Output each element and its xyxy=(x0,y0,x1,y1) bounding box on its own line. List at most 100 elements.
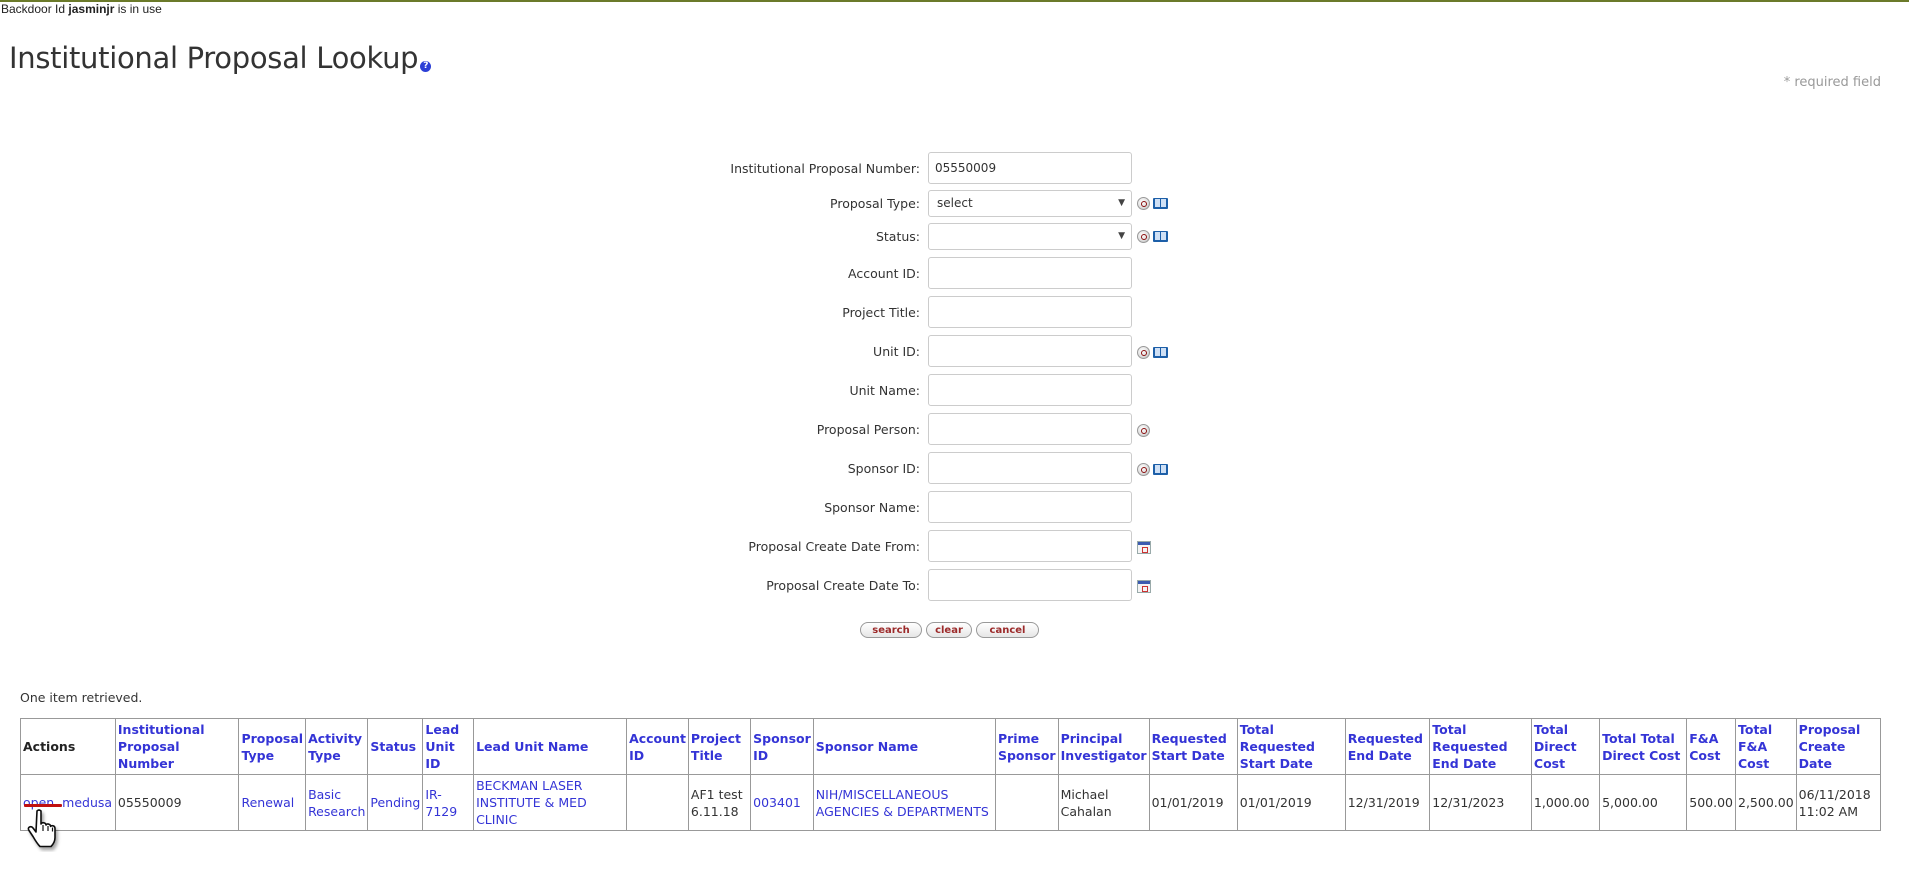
cell-total-total-direct-cost: 5,000.00 xyxy=(1599,774,1688,831)
form-row-account-id: Account ID: xyxy=(0,257,1909,291)
form-row-sponsor-name: Sponsor Name: xyxy=(0,491,1909,525)
create-date-from-input[interactable] xyxy=(928,530,1132,562)
unit-id-input[interactable] xyxy=(928,335,1132,367)
cell-lead-unit-name: BECKMAN LASER INSTITUTE & MED CLINIC xyxy=(473,774,628,831)
book-icon[interactable] xyxy=(1153,346,1168,358)
col-requested-end-date[interactable]: Requested End Date xyxy=(1344,718,1431,775)
book-icon[interactable] xyxy=(1153,231,1168,242)
col-lead-unit-id[interactable]: Lead Unit ID xyxy=(422,718,475,775)
top-border xyxy=(0,0,1909,2)
create-date-to-label: Proposal Create Date To: xyxy=(766,578,920,593)
sponsor-name-link[interactable]: NIH/MISCELLANEOUS AGENCIES & DEPARTMENTS xyxy=(816,787,989,819)
col-actions: Actions xyxy=(20,718,116,775)
col-prime-sponsor[interactable]: Prime Sponsor xyxy=(994,718,1059,775)
cell-account-id xyxy=(626,774,689,831)
account-id-label: Account ID: xyxy=(848,266,920,281)
account-id-input[interactable] xyxy=(928,257,1132,289)
cell-prime-sponsor xyxy=(994,774,1059,831)
book-icon[interactable] xyxy=(1153,198,1168,209)
lookup-icon[interactable] xyxy=(1137,345,1150,359)
lookup-icon[interactable] xyxy=(1137,462,1150,476)
col-total-fa-cost[interactable]: Total F&A Cost xyxy=(1735,718,1797,775)
cell-fa-cost: 500.00 xyxy=(1686,774,1736,831)
col-total-requested-end-date[interactable]: Total Requested End Date xyxy=(1429,718,1532,775)
project-title-label: Project Title: xyxy=(842,305,920,320)
col-total-total-direct-cost[interactable]: Total Total Direct Cost xyxy=(1599,718,1688,775)
proposal-person-input[interactable] xyxy=(928,413,1132,445)
proposal-type-selected: select xyxy=(937,196,973,210)
book-icon[interactable] xyxy=(1153,463,1168,475)
col-requested-start-date[interactable]: Requested Start Date xyxy=(1148,718,1238,775)
col-proposal-create-date[interactable]: Proposal Create Date xyxy=(1795,718,1882,775)
sponsor-id-label: Sponsor ID: xyxy=(847,461,920,476)
cell-proposal-type: Renewal xyxy=(238,774,307,831)
results-summary: One item retrieved. xyxy=(20,690,143,705)
proposal-number-label: Institutional Proposal Number: xyxy=(730,161,920,176)
proposal-type-select[interactable]: select ▼ xyxy=(928,190,1132,217)
activity-type-link[interactable]: Basic Research xyxy=(308,787,365,819)
unit-name-input[interactable] xyxy=(928,374,1132,406)
col-account-id[interactable]: Account ID xyxy=(626,718,689,775)
proposal-person-icons xyxy=(1137,413,1150,447)
col-total-requested-start-date[interactable]: Total Requested Start Date xyxy=(1236,718,1346,775)
proposal-type-label: Proposal Type: xyxy=(830,196,920,211)
form-buttons: search clear cancel xyxy=(860,622,1039,638)
col-sponsor-name[interactable]: Sponsor Name xyxy=(812,718,996,775)
form-row-unit-id: Unit ID: xyxy=(0,335,1909,369)
form-row-status: Status: ▼ xyxy=(0,223,1909,257)
calendar-icon[interactable] xyxy=(1137,579,1151,593)
clear-button[interactable]: clear xyxy=(926,622,972,638)
project-title-input[interactable] xyxy=(928,296,1132,328)
backdoor-suffix: is in use xyxy=(117,2,162,16)
col-total-direct-cost[interactable]: Total Direct Cost xyxy=(1530,718,1601,775)
col-lead-unit-name[interactable]: Lead Unit Name xyxy=(473,718,628,775)
col-institutional-proposal-number[interactable]: Institutional Proposal Number xyxy=(114,718,240,775)
backdoor-notice: Backdoor Id jasminjr is in use xyxy=(1,2,162,16)
col-principal-investigator[interactable]: Principal Investigator xyxy=(1057,718,1150,775)
search-button[interactable]: search xyxy=(860,622,922,638)
sponsor-id-link[interactable]: 003401 xyxy=(753,795,801,810)
medusa-link[interactable]: medusa xyxy=(62,795,112,810)
calendar-icon[interactable] xyxy=(1137,540,1151,554)
form-row-proposal-number: Institutional Proposal Number: xyxy=(0,152,1909,186)
lookup-icon[interactable] xyxy=(1137,197,1150,210)
lookup-icon[interactable] xyxy=(1137,423,1150,437)
cell-proposal-create-date: 06/11/2018 11:02 AM xyxy=(1795,774,1882,831)
chevron-down-icon: ▼ xyxy=(1118,231,1125,241)
cell-total-fa-cost: 2,500.00 xyxy=(1735,774,1797,831)
lead-unit-id-link[interactable]: IR-7129 xyxy=(425,787,457,819)
table-header-row: Actions Institutional Proposal Number Pr… xyxy=(20,718,1882,775)
cell-sponsor-name: NIH/MISCELLANEOUS AGENCIES & DEPARTMENTS xyxy=(812,774,996,831)
sponsor-name-label: Sponsor Name: xyxy=(824,500,920,515)
cell-lead-unit-id: IR-7129 xyxy=(422,774,475,831)
sponsor-name-input[interactable] xyxy=(928,491,1132,523)
lookup-icon[interactable] xyxy=(1137,230,1150,243)
col-project-title[interactable]: Project Title xyxy=(687,718,752,775)
proposal-number-input[interactable] xyxy=(928,152,1132,184)
col-proposal-type[interactable]: Proposal Type xyxy=(238,718,307,775)
cell-requested-end-date: 12/31/2019 xyxy=(1344,774,1431,831)
help-icon[interactable]: ? xyxy=(420,61,432,73)
sponsor-id-icons xyxy=(1137,452,1168,486)
sponsor-id-input[interactable] xyxy=(928,452,1132,484)
status-label: Status: xyxy=(875,229,920,244)
proposal-person-label: Proposal Person: xyxy=(816,422,920,437)
cancel-button[interactable]: cancel xyxy=(976,622,1039,638)
form-row-create-date-to: Proposal Create Date To: xyxy=(0,569,1909,603)
col-activity-type[interactable]: Activity Type xyxy=(305,718,369,775)
cell-principal-investigator: Michael Cahalan xyxy=(1057,774,1150,831)
form-row-sponsor-id: Sponsor ID: xyxy=(0,452,1909,486)
status-select[interactable]: ▼ xyxy=(928,223,1132,250)
lead-unit-name-link[interactable]: BECKMAN LASER INSTITUTE & MED CLINIC xyxy=(476,778,587,827)
table-row: open medusa 05550009 Renewal Basic Resea… xyxy=(20,774,1882,831)
col-fa-cost[interactable]: F&A Cost xyxy=(1686,718,1736,775)
col-sponsor-id[interactable]: Sponsor ID xyxy=(750,718,814,775)
proposal-type-link[interactable]: Renewal xyxy=(241,795,294,810)
chevron-down-icon: ▼ xyxy=(1118,198,1125,208)
col-status[interactable]: Status xyxy=(367,718,424,775)
status-link[interactable]: Pending xyxy=(370,795,420,810)
status-icons xyxy=(1137,223,1168,250)
create-date-to-input[interactable] xyxy=(928,569,1132,601)
cell-total-direct-cost: 1,000.00 xyxy=(1530,774,1601,831)
cell-total-requested-end-date: 12/31/2023 xyxy=(1429,774,1532,831)
